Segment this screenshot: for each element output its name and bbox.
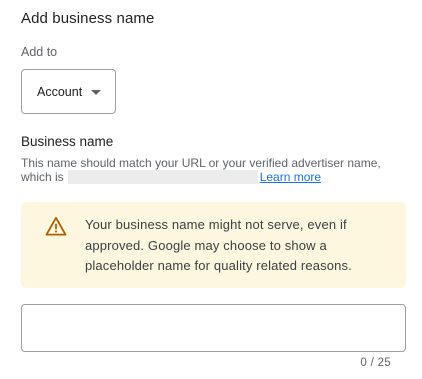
caret-down-icon xyxy=(91,89,102,95)
learn-more-link[interactable]: Learn more xyxy=(260,170,321,184)
add-to-label: Add to xyxy=(21,45,58,59)
add-business-name-dialog: Add business name Add to Account Busines… xyxy=(0,0,422,379)
character-counter: 0 / 25 xyxy=(360,357,391,369)
helper-prefix: which is xyxy=(21,170,64,184)
business-name-input[interactable] xyxy=(21,304,406,352)
warning-triangle-icon xyxy=(45,216,67,236)
dialog-title: Add business name xyxy=(21,10,155,27)
account-dropdown-value: Account xyxy=(37,84,83,99)
business-name-heading: Business name xyxy=(21,134,114,149)
warning-message: Your business name might not serve, even… xyxy=(85,217,352,273)
business-name-helper-text: This name should match your URL or your … xyxy=(21,156,381,170)
account-dropdown[interactable]: Account xyxy=(21,69,116,114)
business-name-helper-text-line2: which is Learn more xyxy=(21,170,321,184)
warning-banner: Your business name might not serve, even… xyxy=(21,202,406,288)
redacted-url xyxy=(67,170,258,184)
